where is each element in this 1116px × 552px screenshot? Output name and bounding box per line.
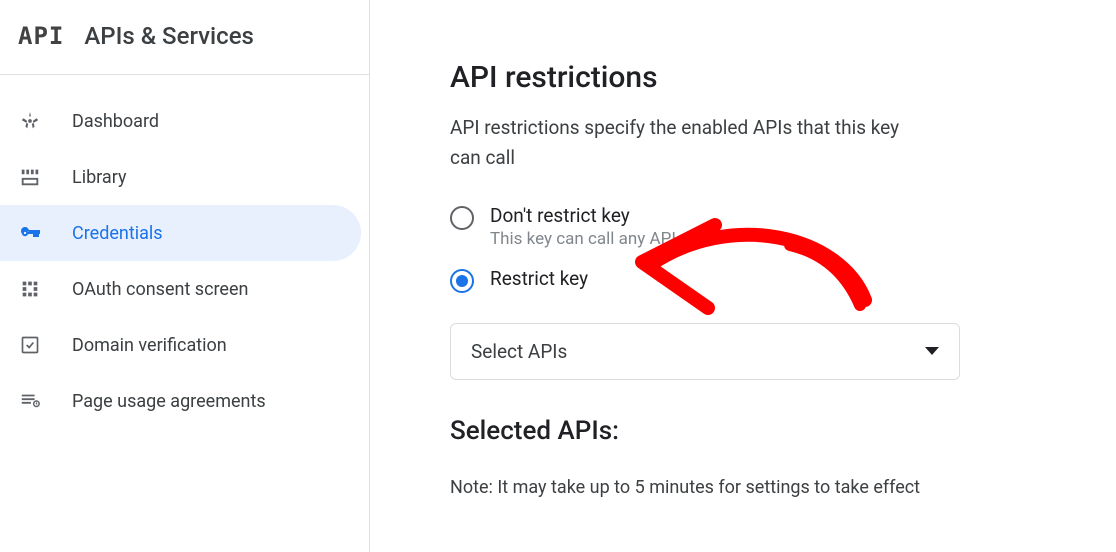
chevron-down-icon [925, 347, 939, 355]
radio-label: Restrict key [490, 267, 588, 290]
sidebar-item-label: Domain verification [72, 335, 227, 356]
main-content: API restrictions API restrictions specif… [370, 0, 1116, 552]
select-apis-dropdown[interactable]: Select APIs [450, 323, 960, 380]
section-title: API restrictions [450, 60, 1066, 95]
radio-dont-restrict[interactable]: Don't restrict key This key can call any… [450, 204, 1066, 249]
sidebar-item-label: OAuth consent screen [72, 279, 248, 300]
settings-delay-note: Note: It may take up to 5 minutes for se… [450, 474, 950, 503]
library-icon [18, 165, 42, 189]
checkbox-icon [18, 333, 42, 357]
sidebar-item-credentials[interactable]: Credentials [0, 205, 361, 261]
api-logo-icon: API [18, 22, 64, 50]
sidebar-item-oauth-consent[interactable]: OAuth consent screen [0, 261, 361, 317]
select-label: Select APIs [471, 340, 567, 363]
radio-label: Don't restrict key [490, 204, 676, 227]
sidebar-item-label: Credentials [72, 223, 163, 244]
sidebar-item-label: Page usage agreements [72, 391, 266, 412]
radio-icon [450, 206, 474, 230]
selected-apis-title: Selected APIs: [450, 416, 1066, 446]
api-restriction-radio-group: Don't restrict key This key can call any… [450, 204, 1066, 293]
sidebar-title: APIs & Services [84, 22, 254, 50]
sidebar-nav: Dashboard Library Credentials OAuth cons… [0, 75, 369, 429]
sidebar-item-dashboard[interactable]: Dashboard [0, 93, 361, 149]
key-icon [18, 221, 42, 245]
sidebar-item-label: Dashboard [72, 111, 159, 132]
consent-icon [18, 277, 42, 301]
radio-restrict-key[interactable]: Restrict key [450, 267, 1066, 293]
agreements-icon [18, 389, 42, 413]
sidebar: API APIs & Services Dashboard Library [0, 0, 370, 552]
sidebar-header: API APIs & Services [0, 10, 369, 75]
radio-icon [450, 269, 474, 293]
section-description: API restrictions specify the enabled API… [450, 113, 930, 174]
dashboard-icon [18, 109, 42, 133]
sidebar-item-domain-verification[interactable]: Domain verification [0, 317, 361, 373]
sidebar-item-page-usage-agreements[interactable]: Page usage agreements [0, 373, 361, 429]
sidebar-item-label: Library [72, 167, 127, 188]
sidebar-item-library[interactable]: Library [0, 149, 361, 205]
radio-sublabel: This key can call any API [490, 229, 676, 249]
